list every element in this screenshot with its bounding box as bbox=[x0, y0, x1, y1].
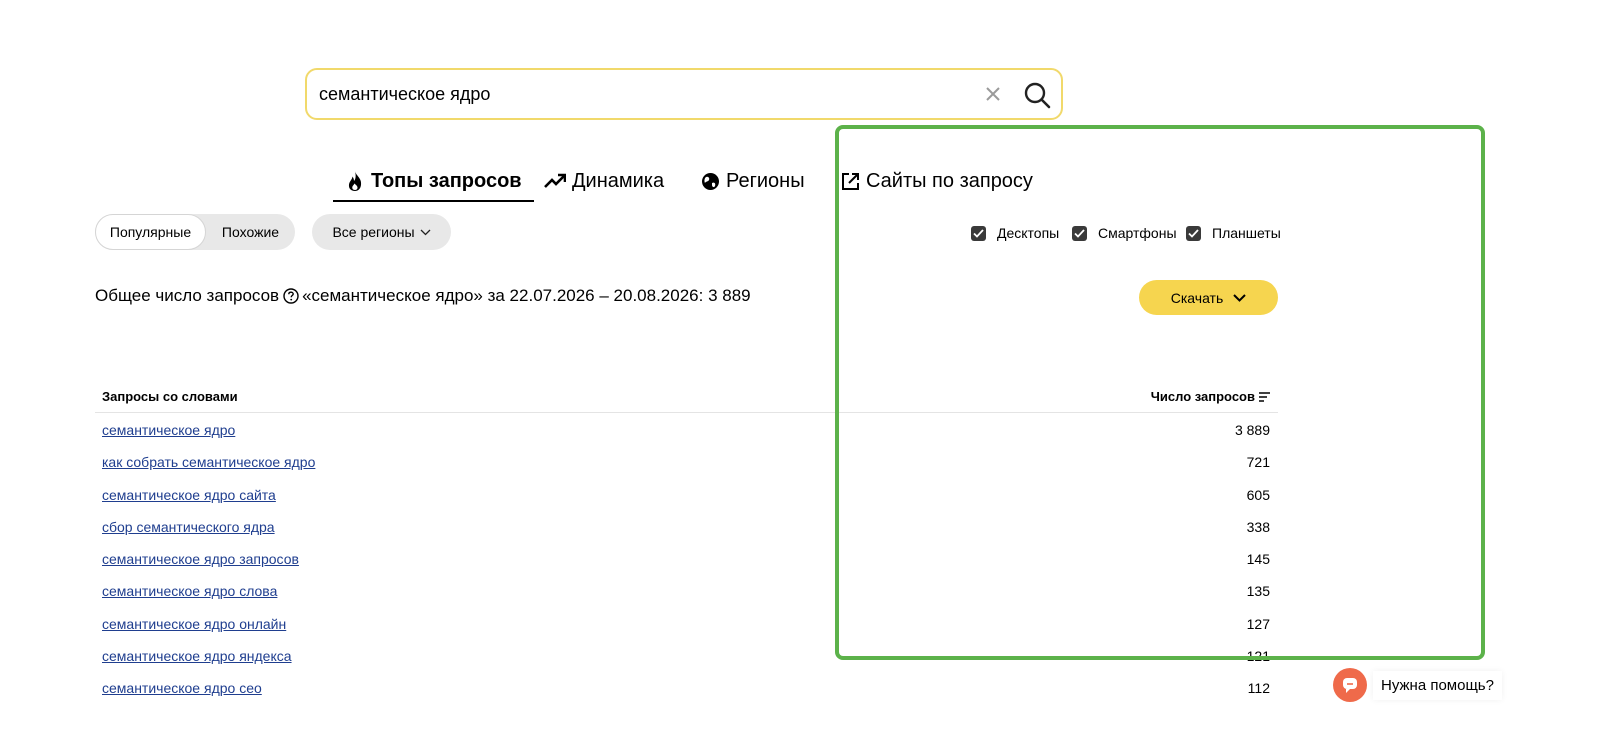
query-count: 127 bbox=[1246, 615, 1270, 632]
table-body: семантическое ядро 3 889 как собрать сема… bbox=[95, 414, 1278, 705]
tab-label: Динамика bbox=[572, 169, 665, 192]
table-row: семантическое ядро сео 112 bbox=[95, 672, 1278, 704]
checkbox-tablets[interactable]: Планшеты bbox=[1186, 224, 1281, 242]
query-link[interactable]: семантическое ядро сео bbox=[102, 680, 262, 696]
query-link[interactable]: семантическое ядро запросов bbox=[102, 551, 299, 567]
search-box bbox=[305, 68, 1063, 120]
chevron-down-icon bbox=[1233, 293, 1246, 302]
total-summary: Общее число запросов «семантическое ядро… bbox=[95, 286, 751, 306]
mode-popular[interactable]: Популярные bbox=[95, 214, 206, 250]
table-header: Запросы со словами Число запросов bbox=[95, 381, 1278, 413]
help-widget[interactable]: Нужна помощь? bbox=[1333, 666, 1502, 704]
column-header-count-label: Число запросов bbox=[1150, 389, 1255, 404]
summary-prefix: Общее число запросов bbox=[95, 286, 280, 305]
mode-similar[interactable]: Похожие bbox=[206, 214, 295, 250]
query-link[interactable]: семантическое ядро онлайн bbox=[102, 616, 286, 632]
query-count: 338 bbox=[1246, 518, 1270, 535]
checkbox-desktops[interactable]: Десктопы bbox=[971, 224, 1059, 242]
checkbox-label: Смартфоны bbox=[1098, 225, 1177, 241]
table-row: семантическое ядро сайта 605 bbox=[95, 479, 1278, 511]
checkbox-label: Планшеты bbox=[1212, 225, 1281, 241]
table-row: как собрать семантическое ядро 721 bbox=[95, 446, 1278, 478]
tab-regions[interactable]: Регионы bbox=[701, 165, 805, 197]
tab-sites-by-query[interactable]: Сайты по запросу bbox=[841, 165, 1033, 197]
column-header-count[interactable]: Число запросов bbox=[1151, 389, 1270, 404]
table-row: семантическое ядро онлайн 127 bbox=[95, 608, 1278, 640]
checkbox-checked-icon bbox=[1072, 225, 1087, 241]
question-icon[interactable] bbox=[283, 288, 299, 304]
query-link[interactable]: как собрать семантическое ядро bbox=[102, 454, 315, 470]
search-icon[interactable] bbox=[1021, 79, 1053, 111]
checkbox-label: Десктопы bbox=[997, 225, 1060, 241]
table-row: семантическое ядро запросов 145 bbox=[95, 543, 1278, 575]
clear-icon[interactable] bbox=[979, 80, 1007, 108]
download-label: Скачать bbox=[1170, 289, 1224, 306]
query-link[interactable]: семантическое ядро слова bbox=[102, 583, 277, 599]
chevron-down-icon bbox=[420, 229, 431, 235]
chat-icon bbox=[1333, 668, 1367, 702]
checkbox-checked-icon bbox=[1186, 225, 1201, 241]
table-row: семантическое ядро слова 135 bbox=[95, 575, 1278, 607]
checkbox-checked-icon bbox=[971, 225, 986, 241]
query-count: 135 bbox=[1246, 583, 1270, 600]
report-tabs: Топы запросов Динамика Регионы Сайты по … bbox=[0, 165, 1600, 202]
tab-label: Регионы bbox=[726, 169, 805, 192]
region-select-label: Все регионы bbox=[332, 224, 415, 240]
tab-top-queries[interactable]: Топы запросов bbox=[333, 165, 534, 202]
external-link-icon bbox=[842, 172, 859, 190]
query-count: 721 bbox=[1246, 454, 1270, 471]
query-link[interactable]: семантическое ядро сайта bbox=[102, 487, 276, 503]
sort-icon bbox=[1259, 391, 1270, 402]
query-link[interactable]: семантическое ядро яндекса bbox=[102, 648, 292, 664]
table-row: сбор семантического ядра 338 bbox=[95, 511, 1278, 543]
table-row: семантическое ядро 3 889 bbox=[95, 414, 1278, 446]
query-count: 605 bbox=[1246, 486, 1270, 503]
query-count: 121 bbox=[1246, 648, 1270, 665]
query-count: 145 bbox=[1246, 551, 1270, 568]
query-count: 3 889 bbox=[1234, 422, 1270, 438]
trend-up-icon bbox=[544, 173, 566, 188]
help-label: Нужна помощь? bbox=[1373, 670, 1502, 700]
globe-icon bbox=[702, 172, 719, 190]
mode-toggle: Популярные Похожие bbox=[95, 214, 295, 250]
download-button[interactable]: Скачать bbox=[1139, 280, 1278, 315]
table-row: семантическое ядро яндекса 121 bbox=[95, 640, 1278, 672]
region-select[interactable]: Все регионы bbox=[312, 214, 451, 250]
tab-dynamics[interactable]: Динамика bbox=[544, 165, 664, 197]
summary-text: «семантическое ядро» за 22.07.2026 – 20.… bbox=[302, 286, 751, 305]
column-header-query: Запросы со словами bbox=[102, 389, 238, 404]
query-link[interactable]: семантическое ядро bbox=[102, 422, 235, 438]
tab-label: Топы запросов bbox=[371, 169, 522, 192]
tab-label: Сайты по запросу bbox=[866, 169, 1033, 192]
query-count: 112 bbox=[1247, 680, 1270, 697]
query-link[interactable]: сбор семантического ядра bbox=[102, 519, 275, 535]
search-input[interactable] bbox=[319, 79, 959, 109]
checkbox-smartphones[interactable]: Смартфоны bbox=[1072, 224, 1177, 242]
flame-icon bbox=[348, 171, 362, 191]
